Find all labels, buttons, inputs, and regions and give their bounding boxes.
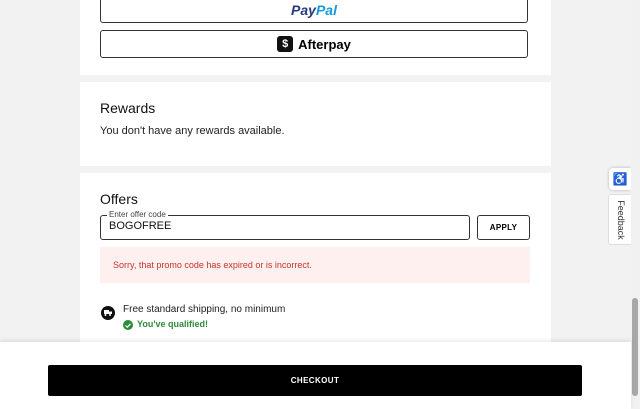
truck-icon xyxy=(101,306,115,320)
afterpay-label: Afterpay xyxy=(298,36,351,52)
shipping-offer-text: Free standard shipping, no minimum xyxy=(123,304,286,315)
feedback-tab[interactable]: Feedback xyxy=(608,194,632,245)
scrollbar[interactable] xyxy=(631,0,640,409)
paypal-button[interactable]: PayPal xyxy=(100,0,528,23)
rewards-card xyxy=(80,82,551,166)
paypal-logo-icon: PayPal xyxy=(291,2,337,18)
offer-code-label: Enter offer code xyxy=(107,210,168,220)
rewards-heading: Rewards xyxy=(100,100,156,116)
offer-code-field[interactable]: Enter offer code xyxy=(100,210,470,240)
promo-error-message: Sorry, that promo code has expired or is… xyxy=(113,260,312,270)
checkout-button[interactable]: CHECKOUT xyxy=(48,365,582,396)
offer-code-input[interactable] xyxy=(109,220,459,232)
accessibility-widget[interactable]: ♿ xyxy=(609,168,631,190)
qualified-status: You've qualified! xyxy=(137,319,208,329)
promo-error-alert: Sorry, that promo code has expired or is… xyxy=(100,247,530,283)
apply-button[interactable]: APPLY xyxy=(477,215,530,240)
rewards-message: You don't have any rewards available. xyxy=(100,125,285,137)
offers-heading: Offers xyxy=(100,191,138,207)
scrollbar-thumb[interactable] xyxy=(632,298,638,396)
afterpay-logo-icon: $ xyxy=(277,36,294,52)
accessibility-icon: ♿ xyxy=(612,172,628,186)
feedback-label: Feedback xyxy=(615,199,626,240)
afterpay-button[interactable]: $ Afterpay xyxy=(100,30,528,58)
check-icon xyxy=(123,320,133,330)
